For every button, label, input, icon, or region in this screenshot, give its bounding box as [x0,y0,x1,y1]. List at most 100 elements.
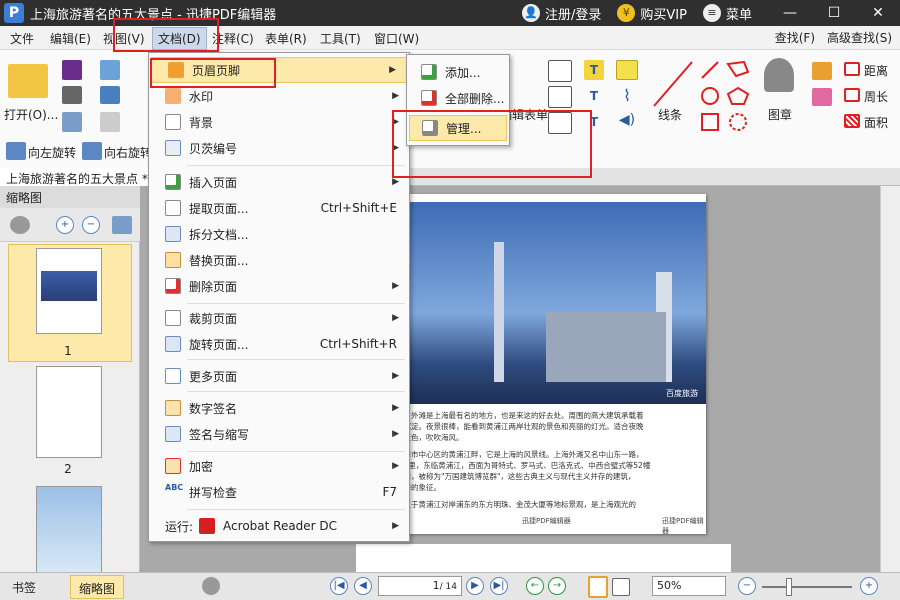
menu-item-rotate-page[interactable]: 旋转页面... Ctrl+Shift+R [149,331,409,357]
shapes-tool-icon[interactable] [698,56,754,136]
page-number-input[interactable]: 1/ 14 [378,576,462,596]
tab-bookmark[interactable]: 书签 [4,575,44,599]
rotate-right-button[interactable]: 向右旋转 [104,144,152,161]
submenu-arrow-icon: ▶ [392,177,399,187]
attach-icon[interactable]: ⌇ [618,86,636,108]
menu-item-background[interactable]: 背景 ▶ [149,109,409,135]
folder-open-icon[interactable] [8,64,48,98]
zoom-slider[interactable] [762,586,852,588]
main-menu-button[interactable]: ≡ 菜单 [702,4,752,23]
save-icon[interactable] [62,60,82,80]
submenu-arrow-icon: ▶ [392,429,399,439]
sound-icon[interactable]: ◀) [616,112,638,132]
zoom-select[interactable]: 50% [652,576,726,596]
menu-form[interactable]: 表单(R) [265,30,307,47]
next-page-icon[interactable]: ▶ [466,577,484,595]
menu-item-crop-page[interactable]: 裁剪页面 ▶ [149,305,409,331]
zoom-in-circle-icon[interactable]: + [860,577,878,595]
text-box-icon[interactable] [548,86,572,108]
single-page-view-icon[interactable] [588,576,608,598]
submenu-item-add[interactable]: 添加... [407,59,509,85]
page-thumbnail-2[interactable] [36,366,102,458]
rotate-thumb-icon[interactable] [112,216,132,234]
menu-item-split-document[interactable]: 拆分文档... [149,221,409,247]
register-login-button[interactable]: 👤 注册/登录 [522,4,601,23]
document-tab[interactable]: 上海旅游著名的五大景点 * [0,168,155,186]
new-doc-icon[interactable] [100,112,120,132]
settings-gear-icon[interactable] [202,577,220,595]
menu-item-spell-check[interactable]: ABC 拼写检查 F7 [149,479,409,505]
more-pages-icon [165,368,181,384]
line-tool-icon[interactable] [650,58,696,110]
upload-icon[interactable] [100,86,120,104]
rotate-left-icon[interactable] [6,142,26,160]
submenu-item-delete-all[interactable]: 全部删除... [407,85,509,111]
page-thumbnail-1[interactable] [36,248,102,334]
zoom-in-icon[interactable]: + [56,216,74,234]
strikeout-icon[interactable]: T [584,86,604,106]
spell-check-icon: ABC [165,483,184,492]
area-icon[interactable] [844,114,860,128]
distance-icon[interactable] [844,62,860,76]
find-button[interactable]: 查找(F) [775,29,815,46]
menu-file[interactable]: 文件 [10,30,34,47]
prev-page-icon[interactable]: ◀ [354,577,372,595]
buy-vip-button[interactable]: ¥ 购买VIP [617,4,687,23]
menu-item-digital-signature[interactable]: 数字签名 ▶ [149,395,409,421]
menu-item-encrypt[interactable]: 加密 ▶ [149,453,409,479]
sticky-note-icon[interactable] [616,60,638,80]
menu-item-run-external[interactable]: 运行: Acrobat Reader DC ▶ [149,513,409,539]
background-icon [165,114,181,130]
email-icon[interactable] [100,60,120,80]
back-icon[interactable]: ← [526,577,544,595]
advanced-find-button[interactable]: 高级查找(S) [827,29,892,46]
menu-edit[interactable]: 编辑(E) [50,30,91,47]
tab-thumbnail[interactable]: 缩略图 [70,575,125,599]
gear-icon[interactable] [10,216,30,234]
distance-button[interactable]: 距离 [864,62,888,79]
pencil-icon[interactable] [812,62,832,80]
area-button[interactable]: 面积 [864,114,888,131]
menu-window[interactable]: 窗口(W) [374,30,419,47]
last-page-icon[interactable]: ▶| [490,577,508,595]
close-icon[interactable]: ✕ [856,0,900,26]
page-thumbnail-3[interactable] [36,486,102,574]
stamp-icon[interactable] [764,58,794,92]
document-icon[interactable] [62,112,82,132]
submenu-arrow-icon: ▶ [392,521,399,531]
menu-tools[interactable]: 工具(T) [320,30,361,47]
menu-item-bates-number[interactable]: 贝茨编号 ▶ [149,135,409,161]
perimeter-button[interactable]: 周长 [864,88,888,105]
forward-icon[interactable]: → [548,577,566,595]
menu-item-signature-initials[interactable]: 签名与缩写 ▶ [149,421,409,447]
typewriter-icon[interactable]: T [584,60,604,80]
two-page-view-icon[interactable] [612,578,630,596]
menu-item-delete-page[interactable]: 删除页面 ▶ [149,273,409,299]
thumbnail-panel-title: 缩略图 [0,186,140,208]
perimeter-icon[interactable] [844,88,860,102]
minimize-icon[interactable]: — [768,0,812,26]
zoom-slider-handle[interactable] [786,578,792,596]
zoom-out-icon[interactable]: − [82,216,100,234]
vertical-scrollbar[interactable] [880,186,900,578]
first-page-icon[interactable]: |◀ [330,577,348,595]
footer-right: 迅捷PDF编辑器 [662,517,704,535]
maximize-icon[interactable]: ☐ [812,0,856,26]
eraser-icon[interactable] [812,88,832,106]
menu-item-insert-page[interactable]: 插入页面 ▶ [149,169,409,195]
buy-vip-label: 购买VIP [640,7,687,23]
annotation-highlight-header-footer [150,58,276,88]
document-menu-dropdown: 页眉页脚 ▶ 水印 ▶ 背景 ▶ 贝茨编号 ▶ 插入页面 ▶ 提取页面... Ctrl+Sh… [148,52,410,542]
menu-item-extract-page[interactable]: 提取页面... Ctrl+Shift+E [149,195,409,221]
open-button-label[interactable]: 打开(O)... [4,106,58,123]
text-line: 看夜色，吹吹海风。 [396,433,464,442]
text-frame-icon[interactable] [548,60,572,82]
thumbnail-toolbar: + − [0,208,140,242]
rotate-right-icon[interactable] [82,142,102,160]
print-icon[interactable] [62,86,82,104]
menu-item-more-pages[interactable]: 更多页面 ▶ [149,363,409,389]
rotate-left-button[interactable]: 向左旋转 [28,144,76,161]
zoom-out-circle-icon[interactable]: − [738,577,756,595]
menu-item-replace-page[interactable]: 替换页面... [149,247,409,273]
delete-all-icon [421,90,437,106]
